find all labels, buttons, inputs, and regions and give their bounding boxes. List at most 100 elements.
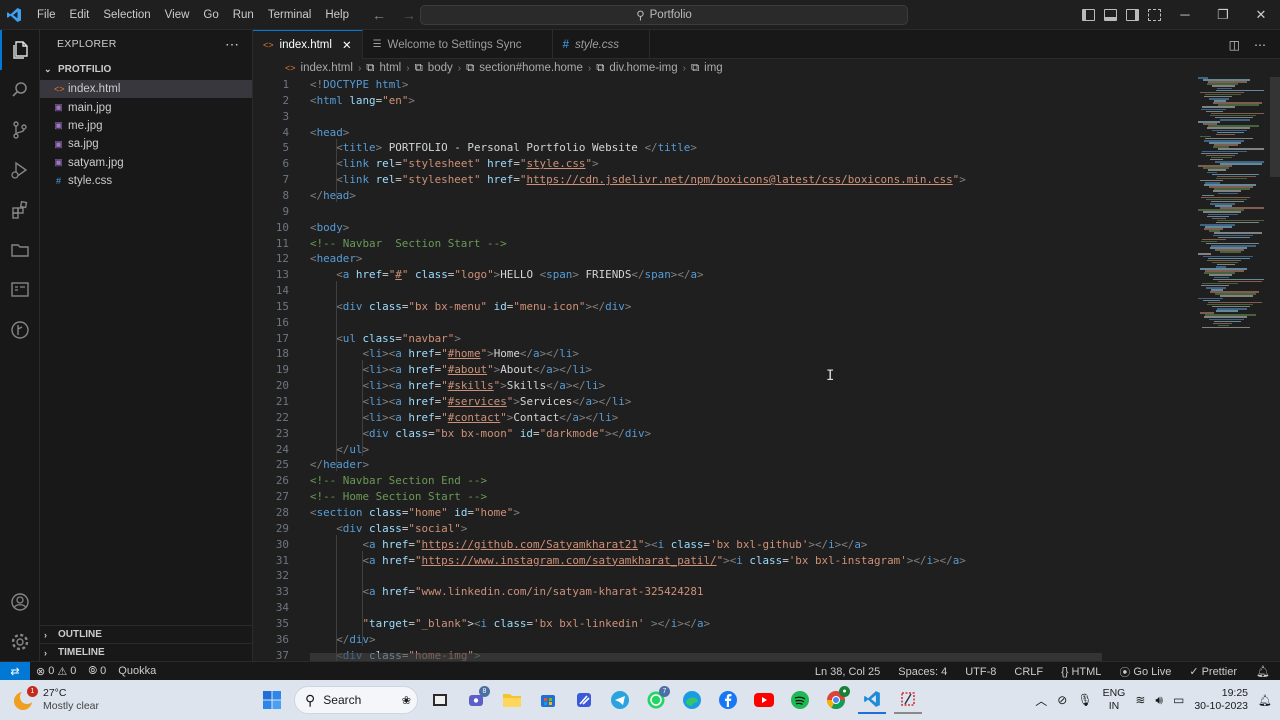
extensions-icon[interactable] bbox=[0, 190, 40, 230]
toggle-panel-icon[interactable] bbox=[1104, 9, 1117, 21]
search-view-icon[interactable] bbox=[0, 70, 40, 110]
more-actions-icon[interactable]: ⋯ bbox=[1254, 38, 1266, 52]
folder-view-icon[interactable] bbox=[0, 230, 40, 270]
outline-section[interactable]: › OUTLINE bbox=[40, 625, 253, 643]
spotify-icon[interactable] bbox=[786, 686, 814, 714]
encoding[interactable]: UTF-8 bbox=[956, 666, 1005, 678]
timeline-section[interactable]: › TIMELINE bbox=[40, 643, 253, 661]
vscode-taskbar-icon[interactable] bbox=[858, 686, 886, 714]
html-file-icon: <> bbox=[285, 63, 296, 73]
breadcrumb-item[interactable]: section#home.home bbox=[479, 62, 583, 74]
battery-icon[interactable]: ▭ bbox=[1173, 693, 1184, 707]
edge-browser-icon[interactable] bbox=[678, 686, 706, 714]
file-me-jpg[interactable]: ▣ me.jpg bbox=[40, 117, 252, 135]
more-actions-icon[interactable]: ⋯ bbox=[225, 36, 240, 53]
vertical-scrollbar[interactable] bbox=[1268, 77, 1280, 661]
folder-protfilio[interactable]: ⌄ PROTFILIO bbox=[40, 58, 252, 80]
minimize-icon[interactable]: ─ bbox=[1166, 0, 1204, 30]
code-line: </header> bbox=[310, 458, 370, 472]
menu-terminal[interactable]: Terminal bbox=[261, 0, 318, 30]
close-icon[interactable]: ✕ bbox=[1242, 0, 1280, 30]
tab-index-html[interactable]: <> index.html ✕ bbox=[253, 30, 363, 59]
remote-indicator-icon[interactable]: ⇄ bbox=[0, 661, 30, 681]
split-editor-icon[interactable]: ◫ bbox=[1229, 38, 1240, 52]
file-explorer-icon[interactable] bbox=[498, 686, 526, 714]
whatsapp-icon[interactable]: 7 bbox=[642, 686, 670, 714]
source-control-icon[interactable] bbox=[0, 110, 40, 150]
breadcrumb-item[interactable]: body bbox=[428, 62, 453, 74]
breadcrumb-item[interactable]: img bbox=[704, 62, 723, 74]
indentation[interactable]: Spaces: 4 bbox=[889, 666, 956, 678]
weather-widget[interactable]: 1 27°C Mostly clear bbox=[10, 680, 99, 720]
maximize-icon[interactable]: ❐ bbox=[1204, 0, 1242, 30]
back-arrow-icon[interactable]: ← bbox=[372, 7, 386, 23]
settings-gear-icon[interactable] bbox=[0, 622, 40, 662]
close-tab-icon[interactable]: ✕ bbox=[342, 38, 352, 52]
prettier-status[interactable]: ✓ Prettier bbox=[1180, 665, 1246, 679]
chrome-icon[interactable]: ● bbox=[822, 686, 850, 714]
language-indicator[interactable]: ENG IN bbox=[1103, 687, 1126, 713]
volume-icon[interactable]: 🔊︎ bbox=[1155, 693, 1163, 708]
breadcrumb-item[interactable]: div.home-img bbox=[609, 62, 677, 74]
menu-selection[interactable]: Selection bbox=[96, 0, 157, 30]
snipping-tool-icon[interactable] bbox=[894, 686, 922, 714]
wifi-icon[interactable]: ≋ bbox=[1135, 693, 1145, 707]
file-main-jpg[interactable]: ▣ main.jpg bbox=[40, 98, 252, 116]
microphone-icon[interactable]: 🎙︎ bbox=[1077, 693, 1092, 707]
power-automate-icon[interactable] bbox=[570, 686, 598, 714]
forward-arrow-icon[interactable]: → bbox=[402, 7, 416, 23]
notifications-bell-icon[interactable]: 🔔︎ bbox=[1246, 665, 1280, 678]
command-center-label: Portfolio bbox=[649, 9, 692, 21]
go-live-button[interactable]: ⦿ Go Live bbox=[1110, 664, 1180, 680]
menu-run[interactable]: Run bbox=[226, 0, 261, 30]
menu-file[interactable]: File bbox=[30, 0, 63, 30]
tab-style-css[interactable]: # style.css bbox=[553, 30, 651, 59]
file-satyam-jpg[interactable]: ▣ satyam.jpg bbox=[40, 154, 252, 172]
taskbar-search[interactable]: ⚲ Search ❀ bbox=[294, 686, 418, 714]
code-line: <section class="home" id="home"> bbox=[310, 505, 520, 519]
end-of-line[interactable]: CRLF bbox=[1005, 666, 1052, 678]
toggle-secondary-sidebar-icon[interactable] bbox=[1126, 9, 1139, 21]
remote-explorer-icon[interactable] bbox=[0, 270, 40, 310]
youtube-icon[interactable] bbox=[750, 686, 778, 714]
file-index-html[interactable]: <> index.html bbox=[40, 80, 252, 99]
explorer-icon[interactable] bbox=[0, 30, 40, 70]
accounts-icon[interactable] bbox=[0, 582, 40, 622]
horizontal-scrollbar[interactable] bbox=[310, 653, 1102, 661]
git-graph-icon[interactable] bbox=[0, 310, 40, 350]
problems-indicator[interactable]: ⊗ 0 ⚠ 0 bbox=[30, 665, 82, 678]
run-debug-icon[interactable] bbox=[0, 150, 40, 190]
file-sa-jpg[interactable]: ▣ sa.jpg bbox=[40, 135, 252, 153]
breadcrumb-item[interactable]: html bbox=[380, 62, 402, 74]
microsoft-store-icon[interactable] bbox=[534, 686, 562, 714]
prettier-label: Prettier bbox=[1201, 665, 1238, 678]
breadcrumb-item[interactable]: index.html bbox=[301, 62, 353, 74]
ports-indicator[interactable]: ⦾ 0 bbox=[82, 665, 112, 678]
minimap[interactable] bbox=[1190, 77, 1268, 337]
tab-settings-sync[interactable]: ☰ Welcome to Settings Sync bbox=[363, 30, 553, 59]
code-editor[interactable]: 1 <!DOCTYPE html> 2 <html lang="en"> 3 4 <head… bbox=[253, 77, 1190, 661]
menu-help[interactable]: Help bbox=[318, 0, 356, 30]
quokka-status[interactable]: Quokka bbox=[112, 665, 162, 677]
scrollbar-thumb[interactable] bbox=[1270, 77, 1280, 177]
notification-icon[interactable]: 🔔︎ bbox=[1258, 694, 1272, 707]
line-number: 22 bbox=[275, 410, 289, 424]
network-icon[interactable]: ⊘ bbox=[1057, 693, 1067, 707]
toggle-sidebar-icon[interactable] bbox=[1082, 9, 1095, 21]
task-view-icon[interactable] bbox=[426, 686, 454, 714]
facebook-icon[interactable] bbox=[714, 686, 742, 714]
clock[interactable]: 19:25 30-10-2023 bbox=[1194, 687, 1248, 713]
telegram-icon[interactable] bbox=[606, 686, 634, 714]
language-mode[interactable]: {} HTML bbox=[1052, 666, 1110, 678]
command-center-search[interactable]: ⚲ Portfolio bbox=[420, 5, 908, 25]
cursor-position[interactable]: Ln 38, Col 25 bbox=[806, 666, 889, 678]
customize-layout-icon[interactable] bbox=[1148, 9, 1161, 21]
menu-go[interactable]: Go bbox=[196, 0, 225, 30]
chevron-up-icon[interactable]: ︿ bbox=[1035, 692, 1047, 709]
teams-meet-icon[interactable]: 8 bbox=[462, 686, 490, 714]
menu-edit[interactable]: Edit bbox=[63, 0, 97, 30]
code-line: <li><a href="#skills">Skills</a></li> bbox=[362, 379, 606, 393]
windows-start-icon[interactable] bbox=[258, 686, 286, 714]
file-style-css[interactable]: # style.css bbox=[40, 172, 252, 190]
menu-view[interactable]: View bbox=[158, 0, 197, 30]
